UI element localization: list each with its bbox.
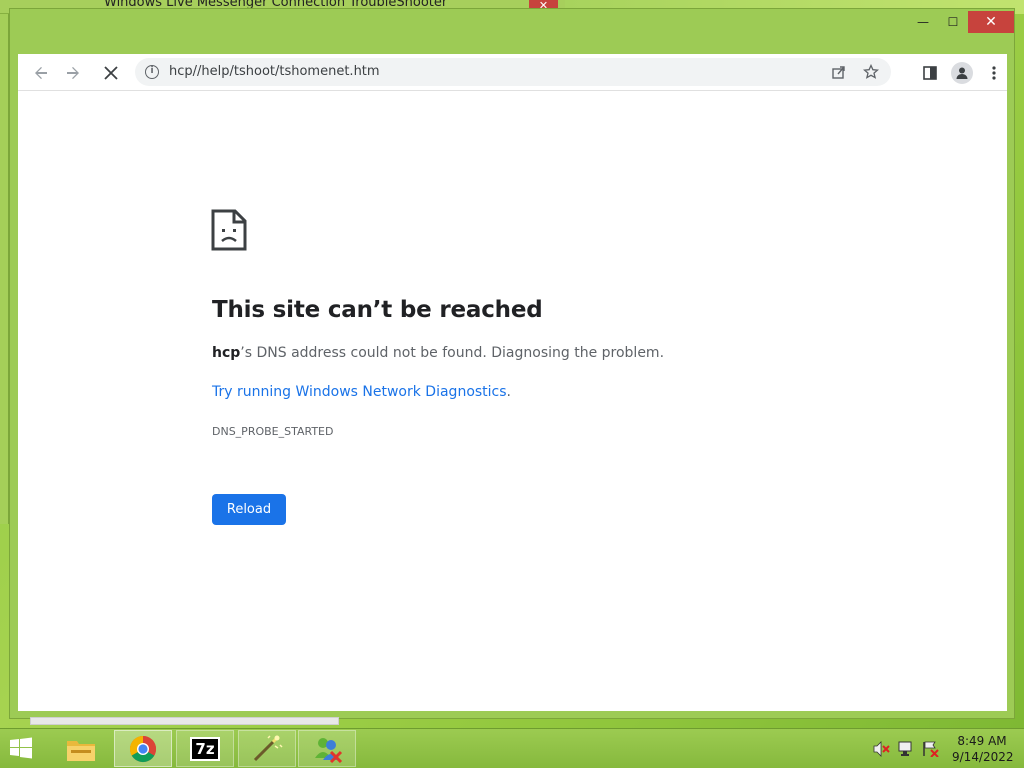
page-content: This site can’t be reached hcp’s DNS add… bbox=[18, 91, 1007, 711]
browser-toolbar: i hcp//help/tshoot/tshomenet.htm bbox=[18, 54, 1007, 91]
stop-loading-button[interactable] bbox=[98, 60, 124, 86]
taskbar-file-explorer[interactable] bbox=[52, 730, 110, 767]
bookmark-star-icon[interactable] bbox=[861, 62, 881, 82]
error-host: hcp bbox=[212, 345, 241, 361]
wand-icon bbox=[253, 734, 283, 761]
horizontal-scrollbar[interactable] bbox=[30, 717, 339, 725]
back-button[interactable] bbox=[28, 60, 54, 86]
background-window-edge bbox=[0, 14, 9, 524]
share-icon[interactable] bbox=[829, 62, 849, 82]
error-title: This site can’t be reached bbox=[212, 297, 543, 323]
address-bar[interactable]: i hcp//help/tshoot/tshomenet.htm bbox=[135, 58, 891, 86]
close-button[interactable]: ✕ bbox=[968, 11, 1014, 33]
7zip-icon: 7z bbox=[190, 736, 220, 761]
arrow-left-icon bbox=[35, 67, 47, 79]
error-code: DNS_PROBE_STARTED bbox=[212, 425, 334, 438]
browser-window: — ☐ ✕ i hcp//help/tshoot/tshomenet.htm T… bbox=[9, 8, 1015, 719]
start-button[interactable] bbox=[6, 736, 40, 762]
stop-icon bbox=[104, 66, 118, 80]
error-description-text: ’s DNS address could not be found. Diagn… bbox=[240, 345, 665, 361]
volume-muted-icon[interactable] bbox=[873, 741, 891, 757]
url-text[interactable]: hcp//help/tshoot/tshomenet.htm bbox=[169, 64, 380, 79]
error-description: hcp’s DNS address could not be found. Di… bbox=[212, 345, 664, 361]
taskbar-chrome[interactable] bbox=[114, 730, 172, 767]
minimize-button[interactable]: — bbox=[908, 11, 938, 33]
window-controls: — ☐ ✕ bbox=[908, 11, 1014, 33]
clock-time: 8:49 AM bbox=[957, 734, 1007, 748]
info-icon[interactable]: i bbox=[145, 65, 159, 79]
diagnostics-suffix: . bbox=[506, 384, 511, 400]
reload-button[interactable]: Reload bbox=[212, 494, 286, 525]
taskbar-wand-app[interactable] bbox=[238, 730, 296, 767]
chrome-icon bbox=[129, 735, 157, 762]
sad-page-icon bbox=[211, 209, 247, 256]
taskbar-messenger[interactable] bbox=[298, 730, 356, 767]
network-diagnostics-link[interactable]: Try running Windows Network Diagnostics bbox=[212, 384, 507, 400]
folder-icon bbox=[67, 740, 95, 761]
action-center-flag-icon[interactable] bbox=[922, 741, 940, 758]
network-icon[interactable] bbox=[898, 741, 916, 757]
system-clock[interactable]: 8:49 AM 9/14/2022 bbox=[952, 733, 1014, 765]
messenger-icon bbox=[315, 737, 343, 763]
forward-button[interactable] bbox=[60, 60, 86, 86]
menu-kebab-icon[interactable] bbox=[981, 60, 1007, 86]
profile-button[interactable] bbox=[949, 60, 975, 86]
taskbar: 7z 8:49 AM 9/14/2022 bbox=[0, 728, 1024, 768]
windows-logo-icon bbox=[10, 737, 32, 759]
taskbar-7zip[interactable]: 7z bbox=[176, 730, 234, 767]
clock-date: 9/14/2022 bbox=[952, 750, 1014, 764]
side-panel-icon[interactable] bbox=[917, 60, 943, 86]
maximize-button[interactable]: ☐ bbox=[938, 11, 968, 33]
diagnostics-line: Try running Windows Network Diagnostics. bbox=[212, 384, 511, 400]
avatar-icon bbox=[951, 62, 973, 84]
arrow-right-icon bbox=[67, 67, 79, 79]
